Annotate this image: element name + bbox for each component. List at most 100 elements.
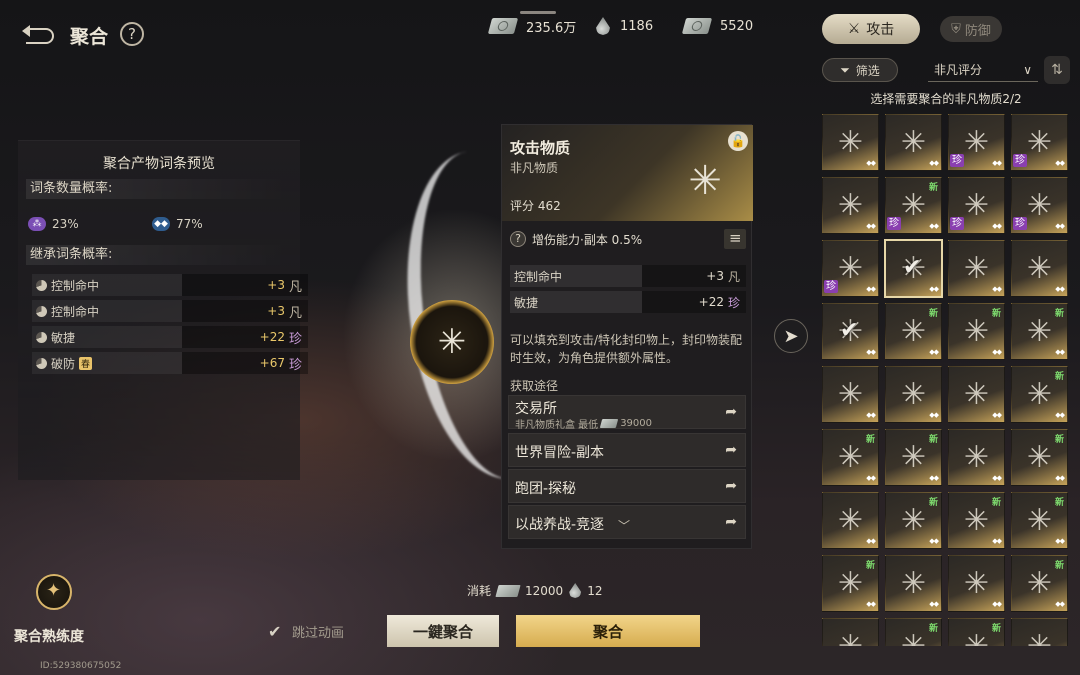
item-detail-card: 攻击物质 非凡物质 评分 462 🔓 ✳ ? 增伤能力·副本 0.5% 控制命中… (501, 124, 753, 549)
matter-cell[interactable]: ✳◆◆新 (1011, 303, 1068, 360)
gem-pips-icon: ◆◆ (992, 222, 1002, 230)
matter-icon: ✳ (963, 565, 990, 601)
matter-cell[interactable]: ✳◆◆新 (948, 618, 1005, 646)
matter-cell[interactable]: ✳◆◆ (822, 492, 879, 549)
gem-pips-icon: ◆◆ (992, 285, 1002, 293)
matter-cell[interactable]: ✳ ◆◆ 珍 (948, 177, 1005, 234)
matter-cell[interactable]: ✳ ◆◆ 珍 (1011, 114, 1068, 171)
checkmark-icon: ✔ (840, 318, 859, 343)
gem-pips-icon: ◆◆ (1055, 159, 1065, 167)
matter-icon: ✳ (837, 250, 864, 286)
item-score: 评分 462 (510, 199, 561, 213)
tab-attack[interactable]: ⚔ 攻击 (822, 14, 920, 44)
swap-order-icon[interactable]: ⇅ (1044, 56, 1070, 84)
matter-cell[interactable]: ✳◆◆新 (1011, 555, 1068, 612)
chevron-down-icon[interactable]: ﹀ (618, 517, 630, 534)
gem-pips-icon: ◆◆ (1055, 222, 1065, 230)
stat-rank: 珍 (727, 295, 740, 310)
matter-cell[interactable]: ✳◆◆新 (822, 555, 879, 612)
tab-defense[interactable]: ⛨ 防御 (940, 16, 1002, 42)
count-prob-2-value: 77% (176, 217, 203, 231)
matter-icon: ✳ (963, 250, 990, 286)
matter-cell[interactable]: ✳◆◆新 (948, 303, 1005, 360)
list-icon[interactable] (724, 229, 746, 249)
new-badge: 新 (1054, 309, 1064, 319)
matter-icon: ✳ (837, 376, 864, 412)
matter-cell[interactable]: ✳◆◆ (822, 114, 879, 171)
proficiency-label[interactable]: 聚合熟练度 (14, 626, 84, 646)
matter-cell[interactable]: ✳◆◆ (948, 429, 1005, 486)
gem-pips-icon: ◆◆ (929, 474, 939, 482)
matter-cell[interactable]: ✳◆◆ (948, 555, 1005, 612)
back-arrow-icon[interactable] (22, 22, 62, 46)
preview-title: 聚合产物词条预览 (103, 156, 215, 172)
matter-grid: ✳ ◆◆ ✳ ◆◆ ✳ ◆◆ 珍 ✳ ◆◆ 珍 ✳ ◆◆ ✳ ◆◆ 珍新 ✳ ◆◆ 珍 ✳ ◆◆ 珍 ✳ ◆◆ 珍 ✳ ◆◆ ✔ ✳ ◆… (822, 114, 1072, 646)
fuse-button[interactable]: 聚合 (516, 615, 700, 647)
matter-cell[interactable]: ✳◆◆新 (1011, 429, 1068, 486)
rarity-badge: 珍 (950, 154, 964, 167)
matter-cell[interactable]: ✳◆◆ (1011, 618, 1068, 646)
matter-cell[interactable]: ✳ ◆◆ 珍 (948, 114, 1005, 171)
unlock-icon[interactable]: 🔓 (728, 131, 748, 151)
affix-name: 敏捷 (51, 330, 76, 345)
route-name: 世界冒险-副本 (515, 445, 605, 461)
matter-cell[interactable]: ✳◆◆新 (822, 429, 879, 486)
matter-cell[interactable]: ✳ ◆◆ 珍 新 (885, 177, 942, 234)
gem-pips-icon: ◆◆ (992, 159, 1002, 167)
matter-cell[interactable]: ✳◆◆ (822, 366, 879, 423)
probability-pie-icon (36, 305, 47, 317)
matter-cell[interactable]: ✳◆◆ (885, 555, 942, 612)
matter-cell[interactable]: ✳ ◆◆ ✔ (822, 303, 879, 360)
matter-cell[interactable]: ✳◆◆ (822, 177, 879, 234)
matter-cell[interactable]: ✳ ◆◆ ✔ (884, 239, 943, 298)
help-icon[interactable]: ? (510, 231, 526, 247)
one-click-fuse-button[interactable]: 一鍵聚合 (387, 615, 499, 647)
affix-value: +3 (267, 304, 285, 318)
probability-pie-icon (36, 331, 47, 343)
route-dungeon[interactable]: 世界冒险-副本 ➦ (508, 433, 746, 467)
matter-cell[interactable]: ✳◆◆ (948, 366, 1005, 423)
matter-cell[interactable]: ✳◆◆新 (885, 618, 942, 646)
matter-cell[interactable]: ✳◆◆新 (948, 492, 1005, 549)
matter-icon: ✳ (963, 502, 990, 538)
sort-select[interactable]: 非凡评分 ∨ (928, 58, 1038, 82)
shield-icon: ⛨ (951, 21, 961, 37)
tab-defense-label: 防御 (964, 23, 991, 39)
matter-cell[interactable]: ✳◆◆新 (1011, 492, 1068, 549)
proficiency-emblem-icon[interactable] (24, 570, 84, 626)
rarity-badge: 珍 (1013, 154, 1027, 167)
affix-name: 控制命中 (51, 304, 100, 319)
matter-cell[interactable]: ✳◆◆新 (885, 492, 942, 549)
matter-icon: ✳ (837, 628, 864, 646)
matter-cell[interactable]: ✳◆◆新 (885, 303, 942, 360)
affix-row: 控制命中 +3 凡 (32, 274, 308, 296)
matter-cell[interactable]: ✳◆◆ (885, 114, 942, 171)
matter-cell[interactable]: ✳◆◆新 (885, 429, 942, 486)
matter-cell[interactable]: ✳ ◆◆ 珍 (1011, 177, 1068, 234)
next-arrow-button[interactable]: ➤ (774, 319, 808, 353)
gem-pips-icon: ◆◆ (929, 159, 939, 167)
help-icon[interactable]: ? (120, 22, 144, 46)
rarity-badge: 珍 (887, 217, 901, 230)
matter-icon: ✳ (900, 439, 927, 475)
gem-pips-icon: ◆◆ (1055, 411, 1065, 419)
new-badge: 新 (1054, 561, 1064, 571)
new-badge: 新 (1054, 498, 1064, 508)
affix-name: 破防 (51, 356, 76, 371)
route-exchange[interactable]: 交易所 非凡物质礼盒 最低 39000 ➦ (508, 395, 746, 431)
matter-cell[interactable]: ✳◆◆ (822, 618, 879, 646)
gem-pips-icon: ◆◆ (866, 600, 876, 608)
matter-cell[interactable]: ✳◆◆ (1011, 240, 1068, 297)
gem-pips-icon: ◆◆ (866, 474, 876, 482)
route-explore[interactable]: 跑团-探秘 ➦ (508, 469, 746, 503)
filter-button[interactable]: ⏷ 筛选 (822, 58, 898, 82)
matter-icon: ✳ (963, 187, 990, 223)
skip-animation-toggle[interactable]: ✔ 跳过动画 (268, 622, 344, 641)
matter-cell[interactable]: ✳◆◆ (885, 366, 942, 423)
skill-text: 增伤能力·副本 0.5% (532, 232, 643, 247)
stat-value: +3 (706, 269, 724, 283)
route-name: 以战养战-竞逐 (515, 517, 605, 533)
matter-cell[interactable]: ✳ ◆◆ 珍 (822, 240, 879, 297)
matter-cell[interactable]: ✳◆◆ (948, 240, 1005, 297)
matter-cell[interactable]: ✳◆◆新 (1011, 366, 1068, 423)
